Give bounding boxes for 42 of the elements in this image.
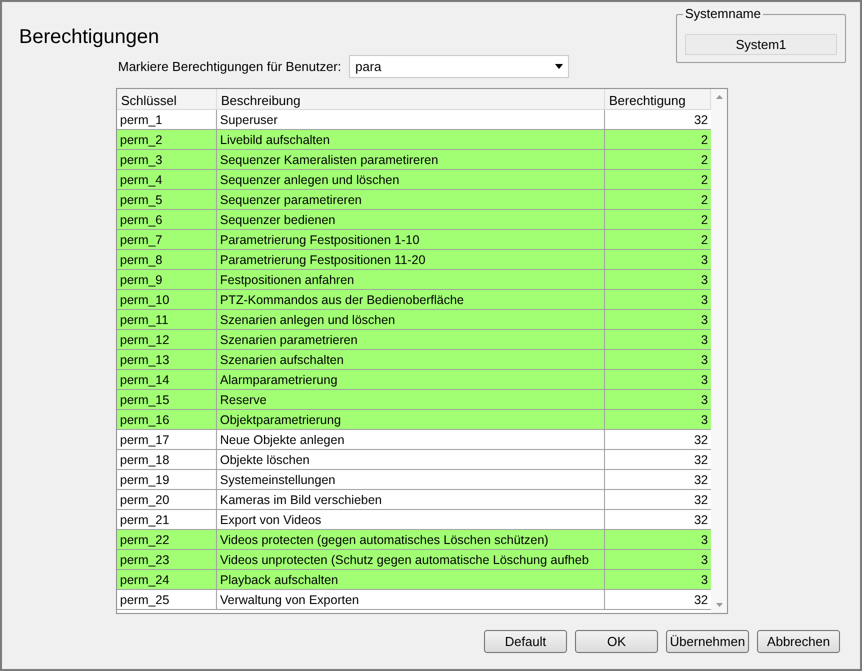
table-row[interactable]: perm_14 Alarmparametrierung 3	[117, 370, 711, 390]
table-row[interactable]: perm_3 Sequenzer Kameralisten parametireren 2	[117, 150, 711, 170]
table-row[interactable]: perm_24 Playback aufschalten 3	[117, 570, 711, 590]
table-row[interactable]: perm_20 Kameras im Bild verschieben 32	[117, 490, 711, 510]
user-select-label: Markiere Berechtigungen für Benutzer:	[118, 58, 342, 76]
table-row[interactable]: perm_1 Superuser 32	[117, 110, 711, 130]
table-row[interactable]: perm_25 Verwaltung von Exporten 32	[117, 590, 711, 610]
group-legend: Systemname	[683, 6, 763, 22]
table-cell: perm_25	[117, 590, 217, 610]
table-row[interactable]: perm_7 Parametrierung Festpositionen 1-10 2	[117, 230, 711, 250]
user-dropdown[interactable]: para	[349, 55, 570, 78]
table-row[interactable]: perm_10 PTZ-Kommandos aus der Bedienoberfläche 3	[117, 290, 711, 310]
table-row[interactable]: perm_13 Szenarien aufschalten 3	[117, 350, 711, 370]
table-row[interactable]: perm_2 Livebild aufschalten 2	[117, 130, 711, 150]
table-row[interactable]: perm_15 Reserve 3	[117, 390, 711, 410]
table-row[interactable]: perm_23 Videos unprotecten (Schutz gegen automatische Löschung aufheb 3	[117, 550, 711, 570]
dialog-button[interactable]: OK	[575, 630, 658, 653]
table-row[interactable]: perm_22 Videos protecten (gegen automatisches Löschen schützen) 3	[117, 530, 711, 550]
scrollbar[interactable]	[711, 89, 727, 613]
dropdown-arrow-icon	[555, 64, 564, 69]
scroll-up-icon[interactable]	[716, 95, 722, 99]
table-row[interactable]: perm_21 Export von Videos 32	[117, 510, 711, 530]
table-row[interactable]: perm_17 Neue Objekte anlegen 32	[117, 430, 711, 450]
table-row[interactable]: perm_11 Szenarien anlegen und löschen 3	[117, 310, 711, 330]
table-row[interactable]: perm_16 Objektparametrierung 3	[117, 410, 711, 430]
table-row[interactable]: perm_6 Sequenzer bedienen 2	[117, 210, 711, 230]
column-header[interactable]: Beschreibung	[217, 89, 605, 109]
table-row[interactable]: perm_8 Parametrierung Festpositionen 11-20 3	[117, 250, 711, 270]
table-row[interactable]: perm_5 Sequenzer parametireren 2	[117, 190, 711, 210]
table-row[interactable]: perm_19 Systemeinstellungen 32	[117, 470, 711, 490]
page-title: Berechtigungen	[19, 25, 160, 50]
table-row[interactable]: perm_9 Festpositionen anfahren 3	[117, 270, 711, 290]
table-row[interactable]: perm_12 Szenarien parametrieren 3	[117, 330, 711, 350]
dialog-button[interactable]: Abbrechen	[757, 630, 840, 653]
dialog-button[interactable]: Übernehmen	[666, 630, 749, 653]
scroll-down-icon[interactable]	[716, 603, 722, 607]
dialog-button[interactable]: Default	[484, 630, 567, 653]
table-row[interactable]: perm_4 Sequenzer anlegen und löschen 2	[117, 170, 711, 190]
systemname-field: System1	[685, 34, 837, 55]
table-cell: Verwaltung von Exporten	[217, 590, 605, 610]
column-header[interactable]: Schlüssel	[117, 89, 217, 109]
table-row[interactable]: perm_18 Objekte löschen 32	[117, 450, 711, 470]
